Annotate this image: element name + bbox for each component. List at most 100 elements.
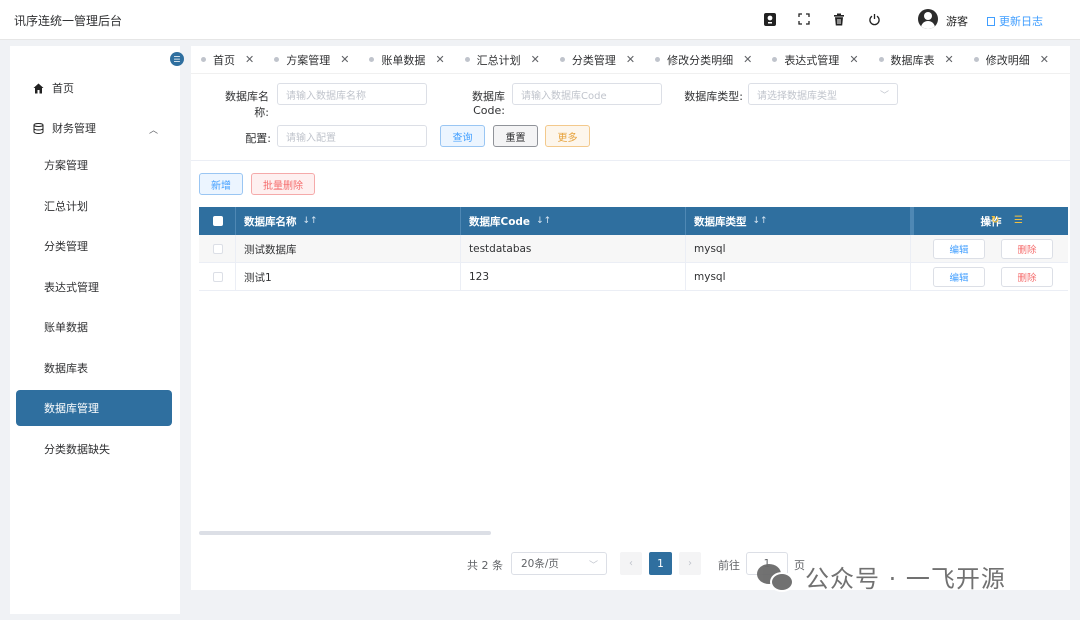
menu-collapse-icon[interactable]: ☰ — [170, 52, 184, 66]
tab-label: 方案管理 — [286, 53, 331, 67]
sidebar-item-label: 表达式管理 — [44, 281, 99, 294]
sort-icon[interactable]: ↓↑ — [753, 216, 768, 226]
tab-category[interactable]: 分类管理 ✕ — [550, 46, 645, 74]
sort-icon[interactable]: ↓↑ — [536, 216, 551, 226]
table-row: 测试数据库 testdatabas mysql 编辑 删除 — [199, 235, 1068, 263]
add-button[interactable]: 新增 — [199, 173, 243, 195]
sidebar-item-label: 财务管理 — [52, 122, 96, 135]
divider — [191, 160, 1070, 161]
refresh-icon[interactable]: ↻ — [991, 215, 999, 226]
db-type-select[interactable]: 请选择数据库类型 ﹀ — [748, 83, 898, 105]
tab-dot — [559, 57, 565, 62]
top-header: 讯序连统一管理后台 游客 更新日志 — [0, 0, 1080, 40]
tab-label: 汇总计划 — [476, 53, 521, 67]
close-icon[interactable]: ✕ — [849, 53, 858, 66]
user-name[interactable]: 游客 — [946, 13, 968, 29]
table-row: 测试1 123 mysql 编辑 删除 — [199, 263, 1068, 291]
column-header[interactable]: 数据库Code ↓↑ — [461, 207, 686, 235]
close-icon[interactable]: ✕ — [435, 53, 444, 66]
chevron-down-icon: ﹀ — [588, 561, 598, 571]
tab-dot — [201, 57, 206, 62]
power-icon[interactable] — [866, 11, 882, 27]
config-input[interactable]: 请输入配置 — [277, 125, 427, 147]
close-icon[interactable]: ✕ — [245, 53, 254, 66]
watermark: 公众号 · 一飞开源 — [757, 559, 1006, 594]
close-icon[interactable]: ✕ — [626, 53, 635, 66]
column-header[interactable]: 数据库名称 ↓↑ — [236, 207, 461, 235]
next-page-button[interactable]: › — [679, 552, 701, 575]
avatar[interactable] — [918, 9, 938, 29]
delete-button[interactable]: 删除 — [1001, 239, 1053, 259]
tab-home[interactable]: 首页 ✕ — [191, 46, 264, 74]
page-size-select[interactable]: 20条/页 ﹀ — [511, 552, 607, 575]
more-button[interactable]: 更多 — [545, 125, 590, 147]
table-header: 数据库名称 ↓↑ 数据库Code ↓↑ 数据库类型 ↓↑ 操作 ↻ ☰ — [199, 207, 1068, 235]
sidebar-item-expression[interactable]: 表达式管理 — [16, 269, 172, 305]
pagination-total: 共 2 条 — [467, 559, 503, 572]
sidebar-item-plan[interactable]: 方案管理 — [16, 147, 172, 183]
sidebar-item-db-table[interactable]: 数据库表 — [16, 350, 172, 386]
close-icon[interactable]: ✕ — [531, 53, 540, 66]
sidebar-item-finance[interactable]: 财务管理 ︿ — [16, 110, 172, 146]
row-checkbox[interactable] — [213, 272, 223, 282]
changelog-link[interactable]: 更新日志 — [987, 13, 1043, 29]
close-icon[interactable]: ✕ — [1040, 53, 1049, 66]
tab-expression[interactable]: 表达式管理 ✕ — [762, 46, 868, 74]
sidebar-item-category[interactable]: 分类管理 — [16, 228, 172, 264]
sort-icon[interactable]: ↓↑ — [303, 216, 318, 226]
db-code-label: 数据库Code: — [472, 90, 505, 117]
horizontal-scrollbar[interactable] — [199, 531, 491, 535]
tab-dot — [274, 57, 280, 62]
column-header[interactable]: 数据库类型 ↓↑ — [686, 207, 911, 235]
tab-dot — [655, 57, 661, 62]
chevron-down-icon: ﹀ — [879, 91, 889, 101]
reset-button[interactable]: 重置 — [493, 125, 538, 147]
sidebar-item-label: 数据库管理 — [44, 402, 99, 415]
tab-edit-detail[interactable]: 修改明细 ✕ — [964, 46, 1059, 74]
tab-summary[interactable]: 汇总计划 ✕ — [455, 46, 550, 74]
sidebar-item-label: 分类数据缺失 — [44, 443, 110, 456]
tab-bill[interactable]: 账单数据 ✕ — [359, 46, 454, 74]
close-icon[interactable]: ✕ — [340, 53, 349, 66]
tab-db-table[interactable]: 数据库表 ✕ — [869, 46, 964, 74]
row-checkbox[interactable] — [213, 244, 223, 254]
sidebar-item-summary[interactable]: 汇总计划 — [16, 188, 172, 224]
tab-plan[interactable]: 方案管理 ✕ — [264, 46, 359, 74]
db-name-input[interactable]: 请输入数据库名称 — [277, 83, 427, 105]
page-number-button[interactable]: 1 — [649, 552, 672, 575]
fullscreen-icon[interactable] — [796, 11, 812, 27]
sidebar-item-label: 数据库表 — [44, 362, 88, 375]
wechat-icon — [757, 560, 797, 594]
sidebar: ☰ 首页 财务管理 ︿ 方案管理 汇总计划 分类管理 表达式管理 账单数据 数据… — [10, 46, 184, 614]
close-icon[interactable]: ✕ — [743, 53, 752, 66]
database-icon — [32, 122, 44, 134]
tab-label: 修改明细 — [985, 53, 1030, 67]
trash-icon[interactable] — [831, 11, 847, 27]
delete-button[interactable]: 删除 — [1001, 267, 1053, 287]
robot-icon[interactable] — [762, 11, 778, 27]
edit-button[interactable]: 编辑 — [933, 239, 985, 259]
sidebar-item-label: 汇总计划 — [44, 200, 88, 213]
db-code-input[interactable]: 请输入数据库Code — [512, 83, 662, 105]
tab-dot — [369, 57, 375, 62]
sidebar-item-label: 首页 — [52, 82, 74, 95]
tab-label: 账单数据 — [381, 53, 426, 67]
sidebar-item-category-missing[interactable]: 分类数据缺失 — [16, 431, 172, 467]
filter-settings-icon[interactable]: ☰ — [1014, 215, 1023, 226]
sidebar-item-db-manage[interactable]: 数据库管理 — [16, 390, 172, 426]
batch-delete-button[interactable]: 批量删除 — [251, 173, 315, 195]
db-type-label: 数据库类型: — [684, 90, 743, 103]
tab-edit-category-detail[interactable]: 修改分类明细 ✕ — [645, 46, 762, 74]
document-icon — [987, 17, 995, 26]
edit-button[interactable]: 编辑 — [933, 267, 985, 287]
prev-page-button[interactable]: ‹ — [620, 552, 642, 575]
tab-label: 首页 — [213, 53, 235, 67]
sidebar-item-bill[interactable]: 账单数据 — [16, 309, 172, 345]
row-select-cell — [199, 263, 236, 291]
app-title: 讯序连统一管理后台 — [14, 14, 123, 28]
select-all-checkbox[interactable] — [213, 216, 223, 226]
sidebar-item-home[interactable]: 首页 — [16, 70, 172, 106]
close-icon[interactable]: ✕ — [945, 53, 954, 66]
config-label: 配置: — [245, 132, 271, 145]
query-button[interactable]: 查询 — [440, 125, 485, 147]
